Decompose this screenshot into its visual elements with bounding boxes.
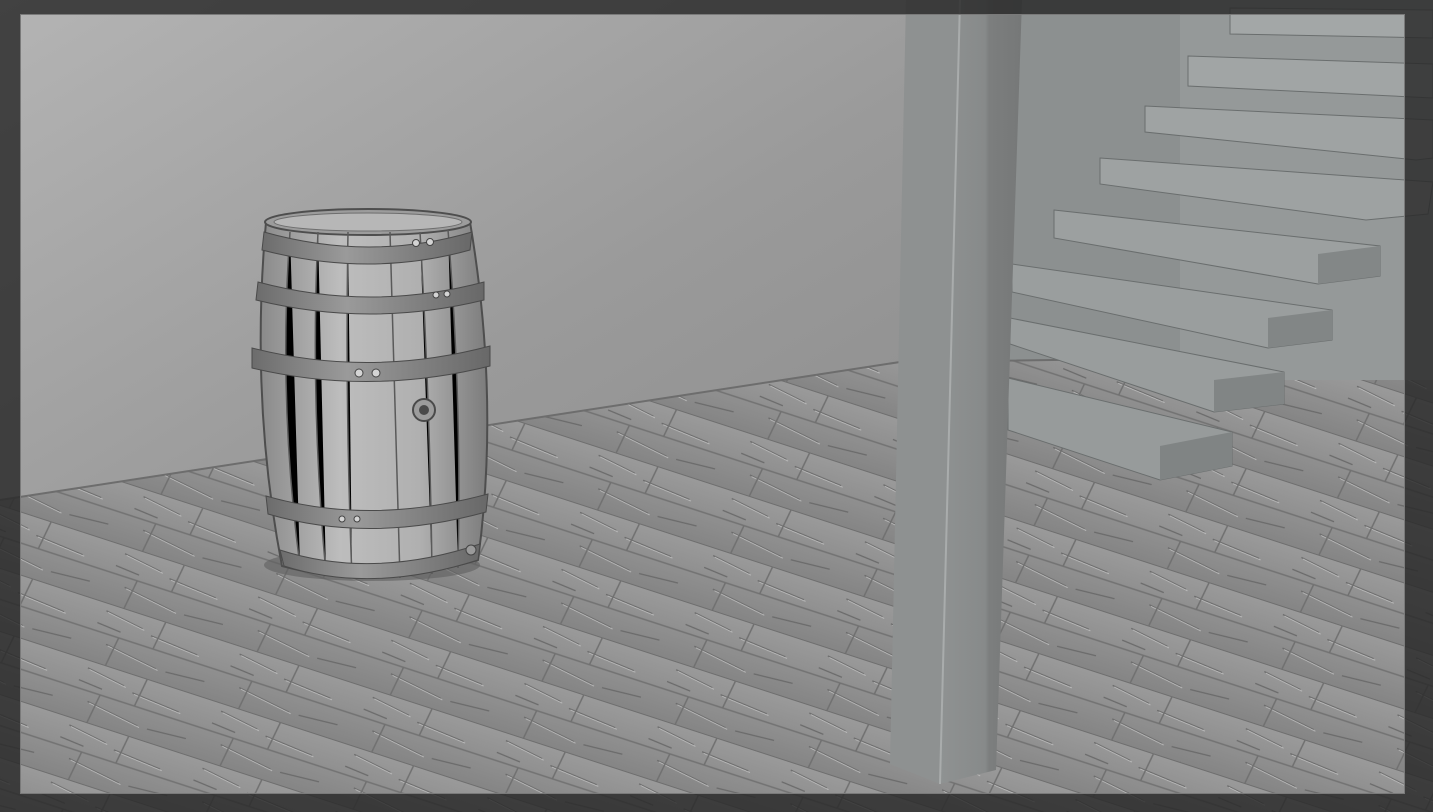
barrel bbox=[251, 208, 491, 581]
viewport-render bbox=[0, 0, 1433, 812]
3d-viewport[interactable] bbox=[0, 0, 1433, 812]
app-window bbox=[0, 0, 1433, 812]
